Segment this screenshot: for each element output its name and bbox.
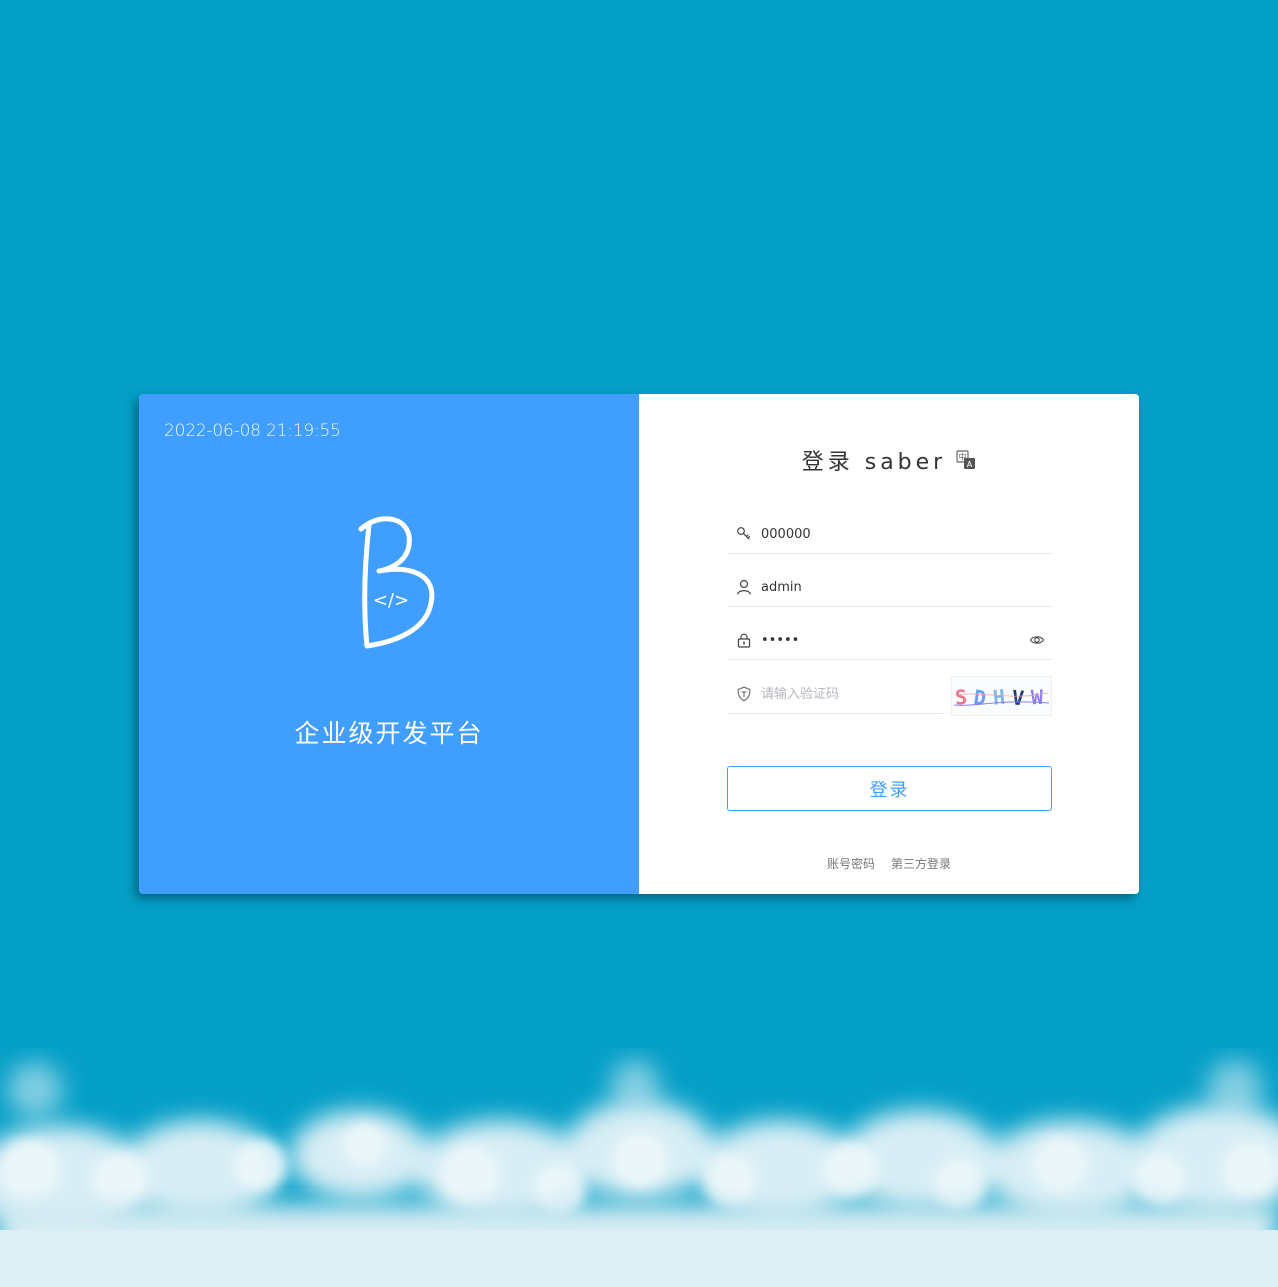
platform-slogan: 企业级开发平台 xyxy=(294,719,484,748)
captcha-field xyxy=(727,675,943,714)
login-title: 登录 saber xyxy=(801,450,947,475)
b-code-logo: </> xyxy=(358,516,435,649)
cloud-background xyxy=(0,1030,1278,1287)
captcha-image[interactable]: S D H V W xyxy=(951,676,1052,716)
username-input[interactable] xyxy=(761,572,1052,602)
user-icon xyxy=(727,579,761,595)
tenant-field xyxy=(727,515,1052,554)
svg-text:W: W xyxy=(1030,685,1044,710)
svg-text:</>: </> xyxy=(373,590,409,611)
login-panel: 登录 saber 中 A 000000 admin 请输入验证码 S D H V… xyxy=(639,394,1139,894)
lock-icon xyxy=(727,632,761,648)
svg-text:A: A xyxy=(967,460,973,469)
key-icon xyxy=(727,526,761,542)
svg-text:S: S xyxy=(954,685,968,710)
username-field xyxy=(727,568,1052,607)
current-time: 2022-06-08 21:19:55 xyxy=(164,421,341,441)
svg-text:D: D xyxy=(972,685,987,710)
login-title-row: 登录 saber 中 A xyxy=(639,444,1139,476)
login-mode-links: 账号密码 第三方登录 xyxy=(639,855,1139,872)
svg-text:V: V xyxy=(1011,685,1025,710)
tenant-input[interactable] xyxy=(761,519,1052,549)
password-field xyxy=(727,621,1052,660)
eye-icon[interactable] xyxy=(1022,632,1052,648)
login-card: 2022-06-08 21:19:55 </> 企业级开发平台 登录 saber… xyxy=(139,394,1139,894)
shield-icon xyxy=(727,686,761,702)
account-password-link[interactable]: 账号密码 xyxy=(827,855,875,872)
login-button[interactable]: 登录 xyxy=(727,766,1052,811)
translate-icon[interactable]: 中 A xyxy=(956,450,976,470)
third-party-login-link[interactable]: 第三方登录 xyxy=(891,855,951,872)
svg-text:H: H xyxy=(992,685,1006,710)
brand-panel: 2022-06-08 21:19:55 </> 企业级开发平台 xyxy=(139,394,639,894)
captcha-input[interactable] xyxy=(761,679,943,709)
password-input[interactable] xyxy=(761,625,1022,655)
